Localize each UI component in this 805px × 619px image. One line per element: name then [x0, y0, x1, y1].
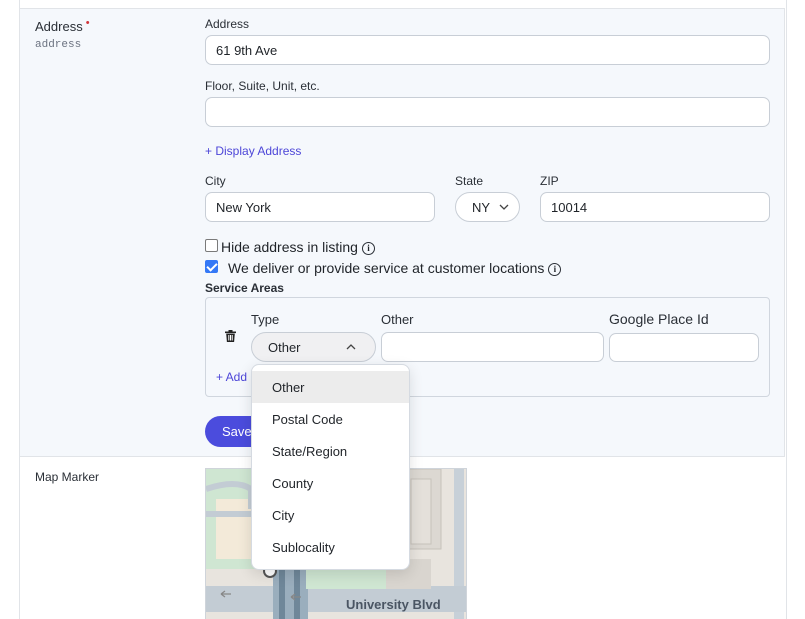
address-input[interactable]: 61 9th Ave: [205, 35, 770, 65]
trash-icon[interactable]: [225, 330, 236, 342]
address-field-label: Address: [205, 17, 250, 31]
deliver-service-checkbox[interactable]: [205, 260, 218, 273]
dropdown-option[interactable]: Other: [252, 371, 409, 403]
hide-address-label: Hide address in listing i: [221, 239, 375, 255]
google-place-id-label: Google Place Id: [609, 311, 709, 327]
dropdown-option[interactable]: State/Region: [252, 435, 409, 467]
zip-input[interactable]: 10014: [540, 192, 770, 222]
type-select[interactable]: Other: [251, 332, 376, 362]
info-icon[interactable]: i: [548, 263, 562, 276]
chevron-down-icon: [499, 204, 509, 210]
state-select[interactable]: NY: [455, 192, 520, 222]
address-row-label: Address •: [35, 17, 90, 34]
required-marker: •: [85, 17, 90, 29]
other-input[interactable]: [381, 332, 604, 362]
other-field-label: Other: [381, 312, 414, 327]
floor-input[interactable]: [205, 97, 770, 127]
dropdown-option[interactable]: Postal Code: [252, 403, 409, 435]
deliver-service-text: We deliver or provide service at custome…: [228, 260, 545, 276]
dropdown-option[interactable]: County: [252, 467, 409, 499]
city-field-label: City: [205, 174, 226, 188]
city-input[interactable]: New York: [205, 192, 435, 222]
add-service-area-link[interactable]: + Add: [216, 370, 247, 384]
google-place-id-input[interactable]: [609, 333, 759, 362]
dropdown-option[interactable]: City: [252, 499, 409, 531]
zip-field-label: ZIP: [540, 174, 559, 188]
address-label: Address: [35, 19, 83, 34]
chevron-up-icon: [346, 344, 355, 350]
dropdown-option[interactable]: Sublocality: [252, 531, 409, 563]
type-dropdown-menu: Other Postal Code State/Region County City Su…: [251, 364, 410, 570]
address-key: address: [35, 39, 82, 51]
service-areas-title: Service Areas: [205, 281, 284, 295]
hide-address-checkbox[interactable]: [205, 239, 218, 252]
state-select-value: NY: [472, 199, 491, 215]
hide-address-text: Hide address in listing: [221, 239, 358, 255]
map-marker-label: Map Marker: [35, 470, 100, 484]
street-label: University Blvd: [346, 597, 441, 612]
display-address-link[interactable]: + Display Address: [205, 144, 301, 158]
info-icon[interactable]: i: [361, 242, 375, 255]
floor-field-label: Floor, Suite, Unit, etc.: [205, 79, 320, 93]
state-field-label: State: [455, 174, 484, 188]
deliver-service-label: We deliver or provide service at custome…: [228, 260, 562, 276]
type-select-value: Other: [268, 339, 301, 355]
type-field-label: Type: [251, 312, 280, 327]
